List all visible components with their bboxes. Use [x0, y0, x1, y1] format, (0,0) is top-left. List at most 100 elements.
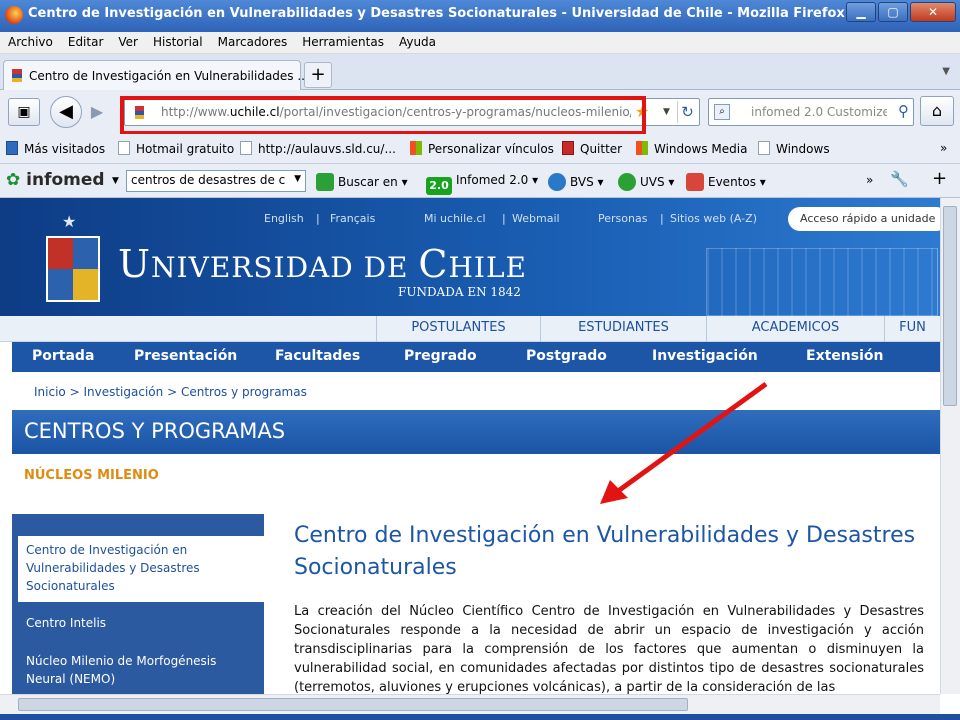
- menu-editar[interactable]: Editar: [60, 32, 111, 49]
- site-header: English | Français Mi uchile.cl | Webmai…: [0, 198, 940, 316]
- quick-access-input[interactable]: Acceso rápido a unidade: [788, 207, 940, 231]
- infomed-search-select[interactable]: centros de desastres de c ▼: [126, 170, 306, 192]
- content-body: La creación del Núcleo Científico Centro…: [294, 604, 924, 694]
- sidebar-item-vulnerabilidades[interactable]: Centro de Investigación en Vulnerabilida…: [18, 536, 264, 602]
- building-illustration: [706, 248, 938, 316]
- divider: |: [316, 212, 320, 225]
- sidebar-item-intelis[interactable]: Centro Intelis: [18, 614, 264, 632]
- bookmark-quitter[interactable]: Quitter: [562, 141, 622, 156]
- print-icon[interactable]: ▣: [8, 98, 40, 126]
- toolbar-overflow-icon[interactable]: »: [866, 173, 873, 187]
- menu-ver[interactable]: Ver: [110, 32, 145, 49]
- search-icon[interactable]: ⚲: [898, 102, 909, 120]
- home-icon[interactable]: ⌂: [920, 96, 954, 126]
- page-icon: [118, 141, 130, 155]
- forward-arrow-icon[interactable]: ▶: [86, 101, 108, 123]
- bookmark-icon: [6, 141, 18, 155]
- infomed-leaf-icon: ✿: [6, 170, 21, 190]
- menu-archivo[interactable]: Archivo: [0, 32, 60, 49]
- nav-postulantes[interactable]: POSTULANTES: [376, 316, 540, 342]
- uvs-button[interactable]: UVS ▾: [618, 173, 674, 191]
- bookmark-windows[interactable]: Windows: [758, 141, 830, 156]
- bookmark-personalizar[interactable]: Personalizar vínculos: [410, 141, 554, 156]
- add-icon[interactable]: +: [932, 168, 947, 189]
- horizontal-scrollbar[interactable]: [0, 694, 940, 714]
- windows-logo-icon: [636, 141, 648, 155]
- founded-text: FUNDADA EN 1842: [398, 285, 521, 299]
- nav-pregrado[interactable]: Pregrado: [404, 348, 477, 364]
- wrench-icon[interactable]: 🔧: [890, 170, 909, 188]
- tab-label: Centro de Investigación en Vulnerabilida…: [29, 69, 309, 83]
- nav-estudiantes[interactable]: ESTUDIANTES: [540, 316, 706, 342]
- back-arrow-icon[interactable]: ◀: [50, 96, 82, 128]
- page-icon: [240, 141, 252, 155]
- crumb-centros[interactable]: Centros y programas: [181, 385, 307, 399]
- search-box[interactable]: ⌕ infomed 2.0 Customize ⚲: [708, 98, 914, 126]
- close-button[interactable]: ✕: [910, 2, 956, 22]
- nav-extension[interactable]: Extensión: [806, 348, 883, 364]
- scroll-thumb[interactable]: [18, 698, 688, 711]
- site-favicon-icon: [12, 69, 22, 82]
- url-dropdown-icon[interactable]: ▼: [663, 107, 670, 117]
- bookmark-hotmail[interactable]: Hotmail gratuito: [118, 141, 234, 156]
- tab-bar: Centro de Investigación en Vulnerabilida…: [0, 54, 960, 90]
- search-engine-icon[interactable]: ⌕: [714, 104, 730, 120]
- bookmark-mas-visitados[interactable]: Más visitados: [6, 141, 105, 156]
- nav-presentacion[interactable]: Presentación: [134, 348, 237, 364]
- crumb-separator: >: [69, 385, 84, 399]
- minimize-button[interactable]: ▁: [846, 2, 876, 22]
- nav-portada[interactable]: Portada: [32, 348, 94, 364]
- link-personas[interactable]: Personas: [598, 212, 647, 225]
- windows-logo-icon: [410, 141, 422, 155]
- tab-list-arrow-icon[interactable]: ▼: [942, 66, 950, 77]
- menu-herramientas[interactable]: Herramientas: [294, 32, 391, 49]
- bookmark-aulauvs[interactable]: http://aulauvs.sld.cu/...: [240, 141, 396, 156]
- university-crest-icon: [46, 236, 100, 302]
- sidebar-item-nemo[interactable]: Núcleo Milenio de Morfogénesis Neural (N…: [18, 652, 264, 688]
- bookmarks-overflow-icon[interactable]: »: [940, 141, 947, 155]
- nav-academicos[interactable]: ACADEMICOS: [706, 316, 884, 342]
- logo-dropdown-icon[interactable]: ▼: [112, 176, 119, 186]
- crumb-inicio[interactable]: Inicio: [34, 385, 66, 399]
- sidebar: Centro de Investigación en Vulnerabilida…: [12, 514, 264, 694]
- link-francais[interactable]: Français: [330, 212, 375, 225]
- new-tab-button[interactable]: +: [304, 62, 332, 88]
- link-webmail[interactable]: Webmail: [512, 212, 560, 225]
- bookmark-windows-media[interactable]: Windows Media: [636, 141, 747, 156]
- buscar-en-button[interactable]: Buscar en ▾: [316, 173, 408, 191]
- search-input[interactable]: infomed 2.0 Customize: [751, 105, 887, 119]
- scroll-thumb[interactable]: [943, 206, 957, 406]
- vertical-scrollbar[interactable]: [940, 198, 960, 694]
- infomed-logo: ✿ infomed: [6, 170, 105, 190]
- content-title: Centro de Investigación en Vulnerabilida…: [294, 523, 916, 580]
- taskbar: [0, 714, 960, 720]
- subsection-title: NÚCLEOS MILENIO: [24, 468, 159, 483]
- link-sitios-web[interactable]: Sitios web (A-Z): [670, 212, 757, 225]
- crumb-investigacion[interactable]: Investigación: [83, 385, 163, 399]
- nav-postgrado[interactable]: Postgrado: [526, 348, 607, 364]
- menu-marcadores[interactable]: Marcadores: [210, 32, 295, 49]
- infomed20-icon: 2.0: [426, 177, 452, 195]
- link-english[interactable]: English: [264, 212, 304, 225]
- nav-investigacion[interactable]: Investigación: [652, 348, 758, 364]
- bvs-button[interactable]: BVS ▾: [548, 173, 604, 191]
- eventos-button[interactable]: Eventos ▾: [686, 173, 766, 191]
- window-controls: ▁ ▢ ✕: [846, 2, 956, 22]
- tab-active[interactable]: Centro de Investigación en Vulnerabilida…: [3, 60, 309, 90]
- search-go-icon: [316, 173, 334, 191]
- quitter-icon: [562, 141, 574, 155]
- maximize-button[interactable]: ▢: [878, 2, 908, 22]
- reload-icon[interactable]: ↻: [677, 101, 697, 123]
- nav-funcionarios[interactable]: FUN: [884, 316, 940, 342]
- menu-bar: Archivo Editar Ver Historial Marcadores Herra…: [0, 32, 960, 54]
- section-header: CENTROS Y PROGRAMAS: [12, 410, 940, 454]
- bvs-icon: [548, 173, 566, 191]
- audience-nav: POSTULANTES ESTUDIANTES ACADEMICOS FUN: [0, 316, 940, 342]
- menu-ayuda[interactable]: Ayuda: [391, 32, 443, 49]
- infomed20-button[interactable]: 2.0 Infomed 2.0 ▾: [426, 173, 538, 195]
- link-mi-uchile[interactable]: Mi uchile.cl: [424, 212, 486, 225]
- bookmarks-bar: Más visitados Hotmail gratuito http://au…: [0, 134, 960, 164]
- page-icon: [758, 141, 770, 155]
- menu-historial[interactable]: Historial: [145, 32, 210, 49]
- nav-facultades[interactable]: Facultades: [275, 348, 360, 364]
